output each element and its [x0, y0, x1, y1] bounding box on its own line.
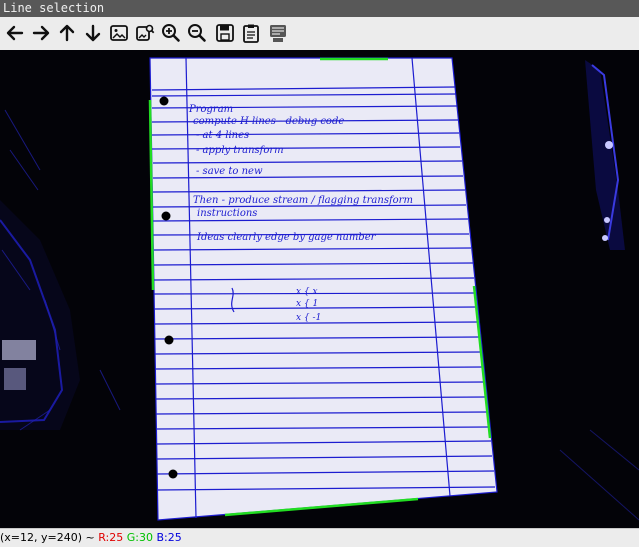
pan-right-button[interactable] — [30, 22, 52, 44]
cursor-coords: (x=12, y=240) ~ — [0, 531, 95, 544]
pixel-blue-value: B:25 — [156, 531, 182, 544]
arrow-up-icon — [56, 22, 78, 44]
note-line: instructions — [197, 208, 257, 219]
pixel-red-value: R:25 — [98, 531, 124, 544]
properties-button[interactable] — [267, 22, 289, 44]
pan-down-button[interactable] — [82, 22, 104, 44]
save-icon — [214, 22, 236, 44]
toolbar — [0, 17, 639, 51]
properties-icon — [267, 22, 289, 44]
note-line: Then - produce stream / flagging transfo… — [193, 195, 413, 206]
zoom-in-button[interactable] — [160, 22, 182, 44]
clipboard-icon — [240, 22, 262, 44]
image-view[interactable]: Program compute H lines - debug code - a… — [0, 50, 639, 528]
note-line: - save to new — [196, 166, 263, 177]
note-line: x { -1 — [296, 313, 321, 323]
zoom-fit-button[interactable] — [108, 22, 130, 44]
window-title: Line selection — [3, 1, 105, 15]
note-line: x { 1 — [296, 299, 318, 309]
save-button[interactable] — [214, 22, 236, 44]
zoom-original-button[interactable] — [134, 22, 156, 44]
pan-up-button[interactable] — [56, 22, 78, 44]
note-line: - at 4 lines — [196, 130, 249, 141]
note-line: Program — [188, 104, 233, 115]
note-line: - apply transform — [196, 145, 284, 156]
note-line: compute H lines - debug code — [193, 116, 344, 127]
note-line: Ideas clearly edge by gage number — [196, 232, 377, 243]
zoom-in-icon — [160, 22, 182, 44]
zoom-out-icon — [186, 22, 208, 44]
image-canvas: Program compute H lines - debug code - a… — [0, 57, 639, 521]
arrow-down-icon — [82, 22, 104, 44]
note-line: x { x — [296, 287, 318, 297]
status-bar: (x=12, y=240) ~ R:25 G:30 B:25 — [0, 528, 639, 547]
copy-clipboard-button[interactable] — [240, 22, 262, 44]
arrow-left-icon — [4, 22, 26, 44]
image-zoom-icon — [134, 22, 156, 44]
zoom-out-button[interactable] — [186, 22, 208, 44]
paper-sheet — [150, 58, 497, 520]
arrow-right-icon — [30, 22, 52, 44]
title-bar: Line selection — [0, 0, 639, 17]
image-icon — [108, 22, 130, 44]
pixel-green-value: G:30 — [126, 531, 153, 544]
pan-left-button[interactable] — [4, 22, 26, 44]
